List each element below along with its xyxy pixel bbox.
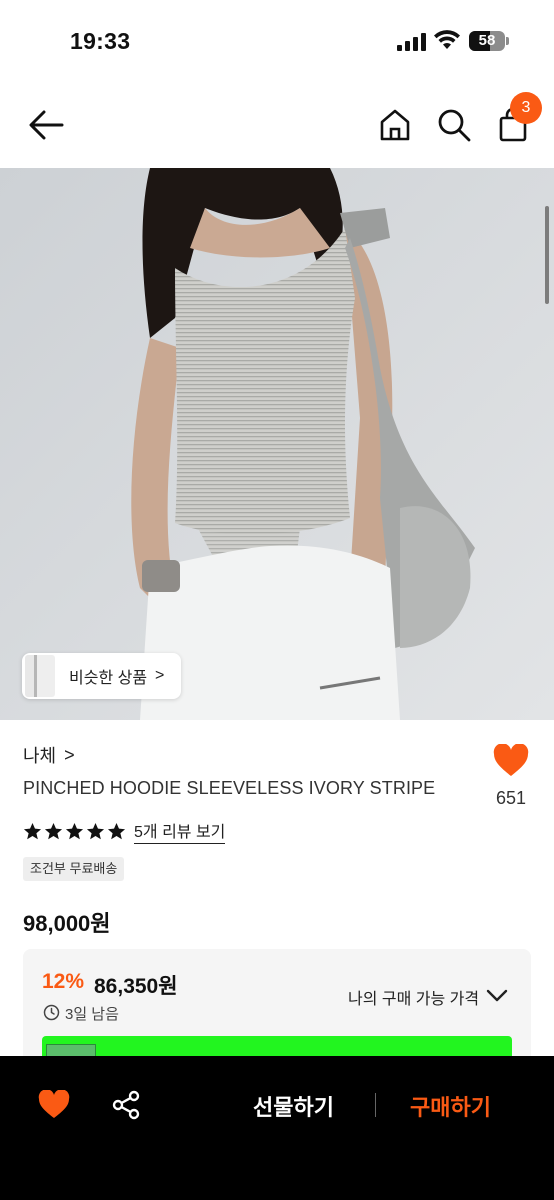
brand-link[interactable]: 나체 > <box>23 742 75 768</box>
review-link[interactable]: 5개 리뷰 보기 <box>134 818 226 844</box>
clock-icon <box>43 1004 60 1021</box>
battery-icon: 58 <box>469 31 509 51</box>
scrollbar <box>545 206 549 304</box>
like-count: 651 <box>495 788 527 808</box>
arrow-left-icon[interactable] <box>26 108 66 142</box>
gift-button[interactable]: 선물하기 <box>253 1090 334 1122</box>
status-time: 19:33 <box>70 28 131 54</box>
shipping-badge: 조건부 무료배송 <box>23 857 125 881</box>
top-nav: 3 <box>0 80 554 168</box>
buy-button[interactable]: 구매하기 <box>410 1090 491 1122</box>
chevron-right-icon: > <box>155 667 165 684</box>
heart-icon[interactable] <box>38 1090 70 1120</box>
star-icon <box>86 822 105 839</box>
star-icon <box>107 822 126 839</box>
star-rating <box>23 822 128 841</box>
star-icon <box>44 822 63 839</box>
discount-price: 86,350원 <box>94 975 178 998</box>
home-icon[interactable] <box>376 106 414 144</box>
share-icon[interactable] <box>111 1090 141 1120</box>
model-photo <box>0 168 554 720</box>
similar-products-button[interactable]: 비슷한 상품 > <box>22 653 181 699</box>
chevron-right-icon: > <box>64 744 75 765</box>
star-icon <box>65 822 84 839</box>
status-bar: 19:33 58 <box>0 0 554 80</box>
heart-icon[interactable] <box>493 744 529 778</box>
signal-icon <box>397 33 426 51</box>
divider <box>375 1093 376 1117</box>
time-left: 3일 남음 <box>65 1006 119 1023</box>
chevron-down-icon[interactable] <box>485 985 509 1005</box>
like-widget: 651 <box>488 744 534 809</box>
battery-percent: 58 <box>478 32 496 49</box>
product-price: 98,000원 <box>23 911 111 936</box>
wifi-icon <box>434 30 460 49</box>
product-title: PINCHED HOODIE SLEEVELESS IVORY STRIPE <box>23 778 436 798</box>
product-image[interactable]: 비슷한 상품 > <box>0 168 554 720</box>
discount-rate: 12% <box>42 970 85 993</box>
bottom-action-bar: 선물하기 구매하기 <box>0 1056 554 1200</box>
search-icon[interactable] <box>435 106 473 144</box>
brand-name: 나체 <box>23 746 57 766</box>
cart-count-badge: 3 <box>510 92 542 124</box>
rating-row: 5개 리뷰 보기 <box>23 818 226 844</box>
my-price-toggle[interactable]: 나의 구매 가능 가격 <box>348 985 479 1009</box>
star-icon <box>23 822 42 839</box>
similar-products-label: 비슷한 상품 <box>69 670 148 687</box>
similar-product-thumbnail <box>25 655 55 697</box>
